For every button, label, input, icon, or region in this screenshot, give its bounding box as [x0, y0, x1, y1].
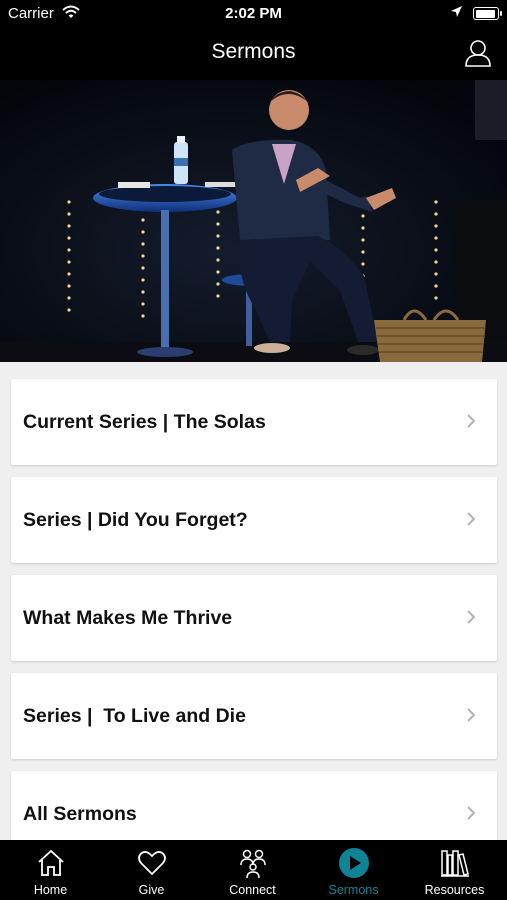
hero-image — [0, 80, 507, 362]
tab-sermons[interactable]: Sermons — [303, 840, 404, 900]
tab-resources[interactable]: Resources — [404, 840, 505, 900]
location-arrow-icon — [450, 5, 463, 22]
tab-home[interactable]: Home — [0, 840, 101, 900]
chevron-right-icon — [467, 512, 476, 526]
list-item-label: What Makes Me Thrive — [23, 607, 233, 629]
tab-label: Resources — [424, 883, 485, 897]
list-item-what-makes-me-thrive[interactable]: What Makes Me Thrive — [11, 575, 497, 661]
books-icon — [441, 850, 469, 877]
list-item-current-series[interactable]: Current Series | The Solas — [11, 379, 497, 465]
list-item-label: Series | Did You Forget? — [23, 509, 248, 531]
tab-give[interactable]: Give — [101, 840, 202, 900]
list-item-did-you-forget[interactable]: Series | Did You Forget? — [11, 477, 497, 563]
tab-connect[interactable]: Connect — [202, 840, 303, 900]
chevron-right-icon — [467, 610, 476, 624]
list-item-label: All Sermons — [23, 803, 137, 825]
battery-icon — [473, 7, 502, 20]
clock: 2:02 PM — [225, 5, 282, 22]
play-circle-icon — [339, 848, 369, 878]
status-bar: Carrier 2:02 PM — [0, 0, 507, 28]
tab-label: Connect — [229, 883, 276, 897]
tab-label: Sermons — [328, 883, 379, 897]
tab-bar: Home Give Connect Sermons Resources — [0, 840, 507, 900]
chevron-right-icon — [467, 414, 476, 428]
home-icon — [38, 849, 64, 876]
heart-icon — [138, 851, 166, 876]
people-icon — [240, 849, 266, 879]
nav-bar: Sermons — [0, 28, 507, 80]
battery-fill — [475, 9, 496, 18]
chevron-right-icon — [467, 806, 476, 820]
tab-label: Home — [33, 883, 68, 897]
tab-label: Give — [138, 883, 165, 897]
profile-icon[interactable] — [463, 38, 493, 68]
page-title: Sermons — [211, 40, 296, 63]
list-item-label: Current Series | The Solas — [23, 411, 266, 433]
sermon-list: Current Series | The Solas Series | Did … — [0, 362, 507, 840]
list-item-all-sermons[interactable]: All Sermons — [11, 771, 497, 840]
list-item-label: Series | To Live and Die — [23, 705, 246, 727]
chevron-right-icon — [467, 708, 476, 722]
list-item-to-live-and-die[interactable]: Series | To Live and Die — [11, 673, 497, 759]
